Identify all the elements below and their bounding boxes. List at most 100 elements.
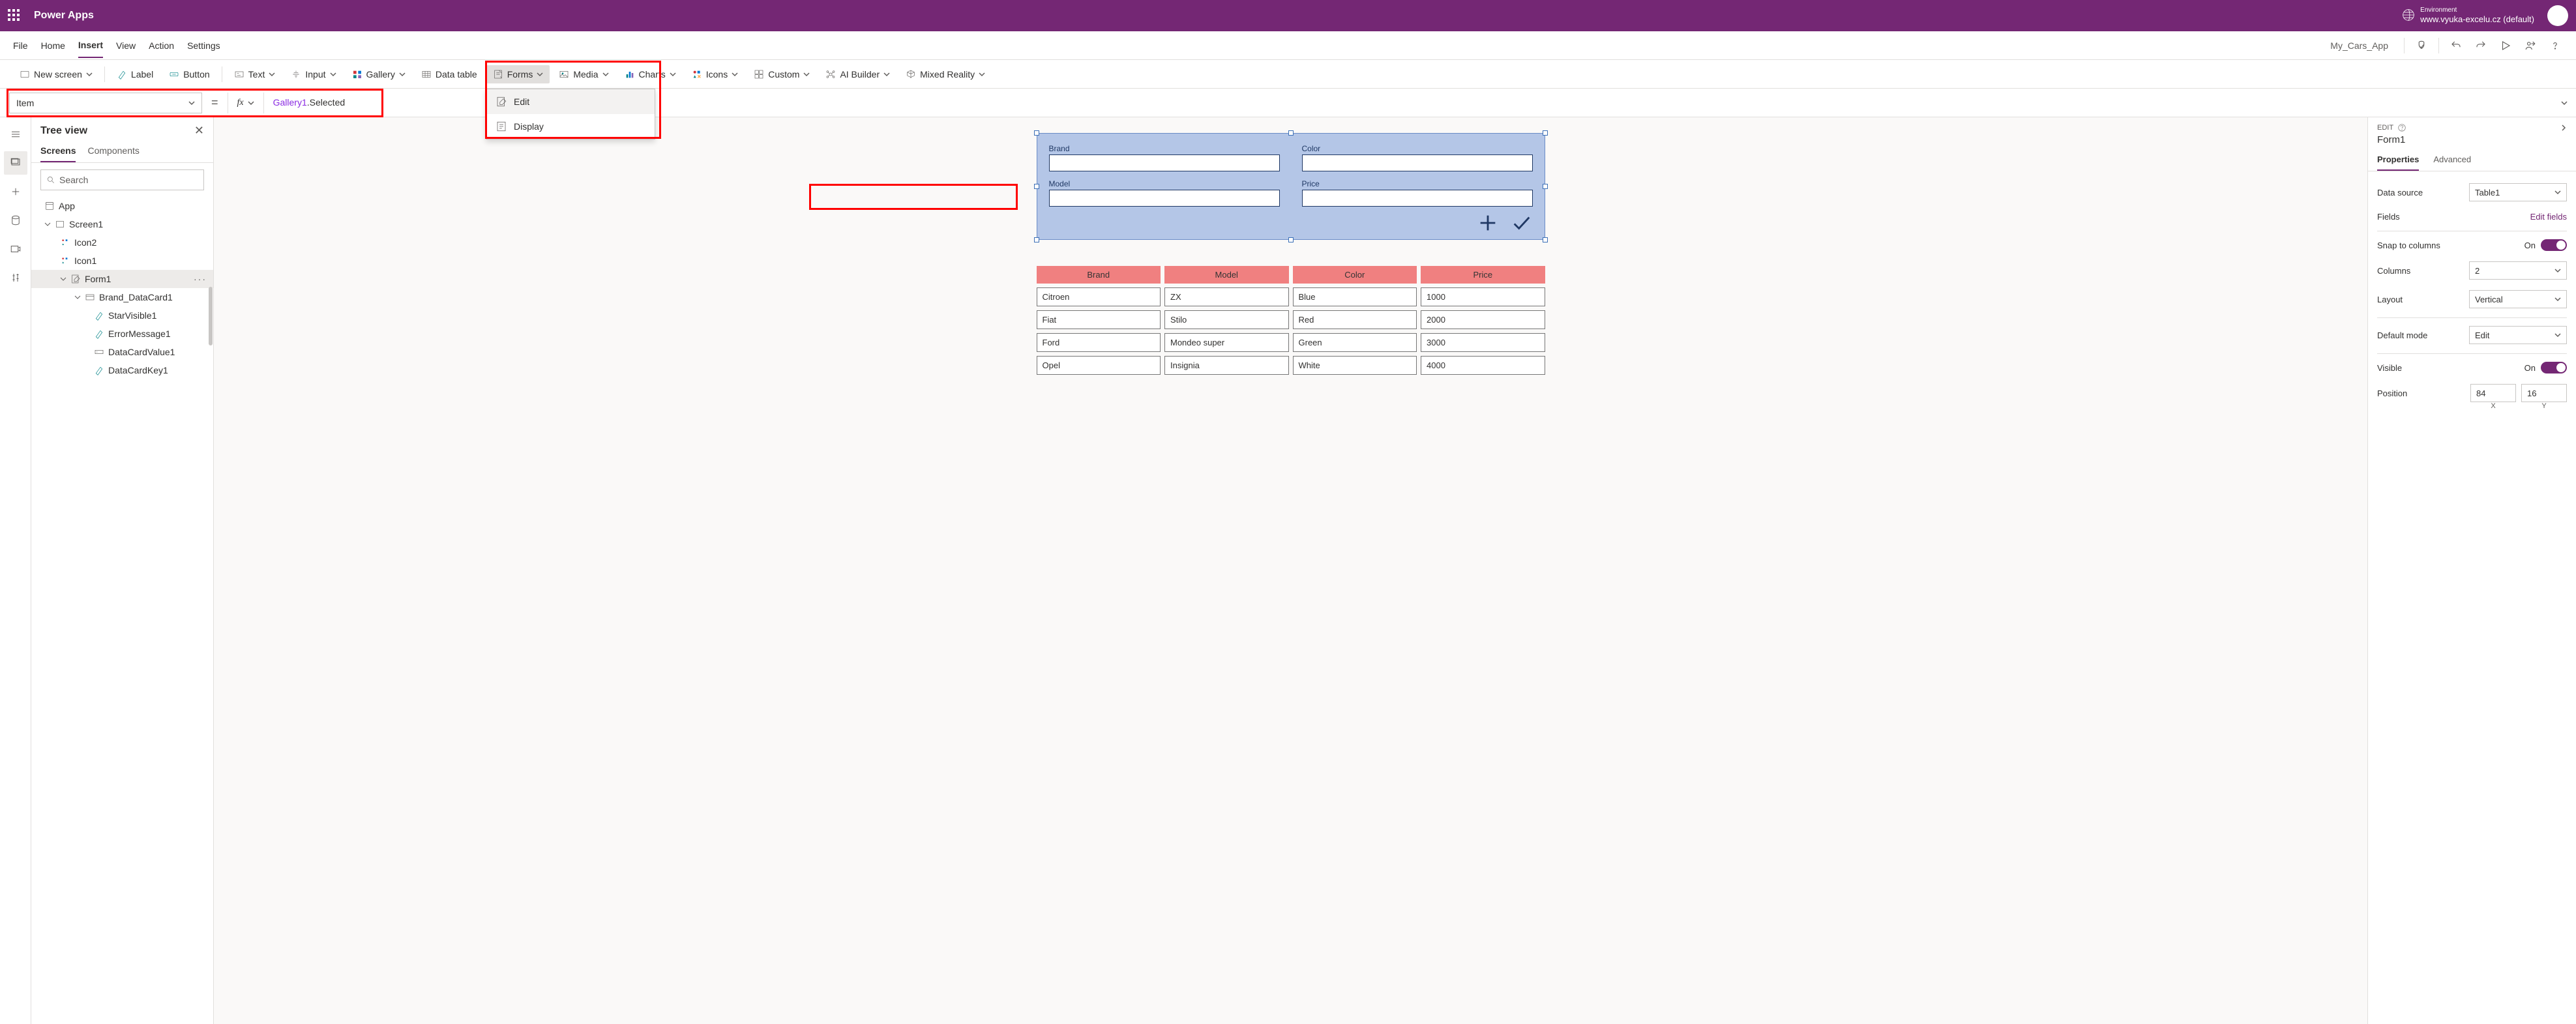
share-icon[interactable] (2523, 38, 2538, 53)
resize-handle[interactable] (1543, 184, 1548, 189)
table-cell[interactable]: ZX (1164, 287, 1289, 306)
position-y-input[interactable]: 16 (2521, 384, 2567, 402)
table-cell[interactable]: 1000 (1421, 287, 1545, 306)
data-source-select[interactable]: Table1 (2469, 183, 2567, 201)
tree-node-value[interactable]: DataCardValue1 (31, 343, 213, 361)
canvas-area[interactable]: Brand Color Model Price (214, 117, 2367, 1024)
color-input[interactable] (1302, 154, 1533, 171)
tree-node-error[interactable]: ErrorMessage1 (31, 325, 213, 343)
form-field-price[interactable]: Price (1302, 178, 1533, 207)
table-cell[interactable]: 4000 (1421, 356, 1545, 375)
resize-handle[interactable] (1034, 184, 1039, 189)
add-icon[interactable] (1477, 212, 1499, 234)
resize-handle[interactable] (1034, 130, 1039, 136)
snap-toggle[interactable] (2541, 239, 2567, 251)
icons-button[interactable]: Icons (685, 65, 745, 83)
tree-node-icon2[interactable]: Icon2 (31, 233, 213, 252)
table-cell[interactable]: Ford (1037, 333, 1161, 352)
environment-selector[interactable]: Environment www.vyuka-excelu.cz (default… (2402, 7, 2534, 25)
resize-handle[interactable] (1543, 130, 1548, 136)
forms-button[interactable]: Forms (486, 65, 550, 83)
rail-tree-view-icon[interactable] (4, 151, 27, 175)
menu-insert[interactable]: Insert (78, 33, 103, 58)
form-control[interactable]: Brand Color Model Price (1037, 133, 1545, 240)
props-tab-advanced[interactable]: Advanced (2433, 149, 2471, 171)
input-button[interactable]: Input (284, 65, 342, 83)
resize-handle[interactable] (1288, 130, 1294, 136)
info-icon[interactable] (2397, 123, 2406, 132)
menu-file[interactable]: File (13, 34, 28, 57)
table-cell[interactable]: Blue (1293, 287, 1417, 306)
play-icon[interactable] (2498, 38, 2513, 53)
columns-select[interactable]: 2 (2469, 261, 2567, 280)
tree-node-star[interactable]: StarVisible1 (31, 306, 213, 325)
price-input[interactable] (1302, 190, 1533, 207)
resize-handle[interactable] (1543, 237, 1548, 242)
menu-home[interactable]: Home (41, 34, 65, 57)
fx-button[interactable]: fx (228, 93, 264, 113)
label-button[interactable]: Label (110, 65, 160, 83)
scrollbar-thumb[interactable] (209, 287, 213, 345)
table-cell[interactable]: White (1293, 356, 1417, 375)
edit-fields-link[interactable]: Edit fields (2530, 212, 2567, 222)
props-tab-properties[interactable]: Properties (2377, 149, 2419, 171)
media-button[interactable]: Media (552, 65, 615, 83)
forms-edit-item[interactable]: Edit (486, 89, 655, 114)
layout-select[interactable]: Vertical (2469, 290, 2567, 308)
app-checker-icon[interactable] (2414, 38, 2429, 53)
tree-close-icon[interactable]: ✕ (194, 124, 204, 138)
rail-insert-icon[interactable] (4, 180, 27, 203)
data-gallery[interactable]: BrandModelColorPriceCitroenZXBlue1000Fia… (1037, 266, 1545, 375)
visible-toggle[interactable] (2541, 362, 2567, 373)
data-table-button[interactable]: Data table (415, 65, 484, 83)
button-button[interactable]: Button (162, 65, 216, 83)
table-cell[interactable]: Mondeo super (1164, 333, 1289, 352)
form-field-brand[interactable]: Brand (1049, 143, 1280, 171)
table-cell[interactable]: Citroen (1037, 287, 1161, 306)
mixed-reality-button[interactable]: Mixed Reality (899, 65, 992, 83)
forms-display-item[interactable]: Display (486, 114, 655, 139)
check-icon[interactable] (1511, 212, 1533, 234)
tree-node-key[interactable]: DataCardKey1 (31, 361, 213, 379)
property-selector[interactable]: Item (9, 93, 202, 113)
tree-node-app[interactable]: App (31, 197, 213, 215)
tree-tab-components[interactable]: Components (87, 140, 139, 162)
tree-node-brand-card[interactable]: Brand_DataCard1 (31, 288, 213, 306)
table-cell[interactable]: Stilo (1164, 310, 1289, 329)
table-cell[interactable]: 2000 (1421, 310, 1545, 329)
menu-action[interactable]: Action (149, 34, 174, 57)
redo-icon[interactable] (2473, 38, 2489, 53)
form-field-color[interactable]: Color (1302, 143, 1533, 171)
resize-handle[interactable] (1288, 237, 1294, 242)
tree-search-input[interactable]: Search (40, 169, 204, 190)
tree-tab-screens[interactable]: Screens (40, 140, 76, 162)
ai-builder-button[interactable]: AI Builder (819, 65, 896, 83)
user-avatar[interactable] (2547, 5, 2568, 26)
form-field-model[interactable]: Model (1049, 178, 1280, 207)
brand-input[interactable] (1049, 154, 1280, 171)
tree-node-form1[interactable]: Form1 ··· (31, 270, 213, 288)
table-cell[interactable]: 3000 (1421, 333, 1545, 352)
resize-handle[interactable] (1034, 237, 1039, 242)
table-cell[interactable]: Fiat (1037, 310, 1161, 329)
rail-tools-icon[interactable] (4, 266, 27, 289)
rail-hamburger-icon[interactable] (4, 123, 27, 146)
custom-button[interactable]: Custom (747, 65, 816, 83)
new-screen-button[interactable]: New screen (13, 65, 99, 83)
props-collapse-icon[interactable] (2560, 123, 2567, 133)
table-cell[interactable]: Red (1293, 310, 1417, 329)
more-icon[interactable]: ··· (194, 274, 207, 284)
model-input[interactable] (1049, 190, 1280, 207)
default-mode-select[interactable]: Edit (2469, 326, 2567, 344)
table-cell[interactable]: Opel (1037, 356, 1161, 375)
table-cell[interactable]: Insignia (1164, 356, 1289, 375)
rail-media-icon[interactable] (4, 237, 27, 261)
table-cell[interactable]: Green (1293, 333, 1417, 352)
menu-settings[interactable]: Settings (187, 34, 220, 57)
position-x-input[interactable]: 84 (2470, 384, 2516, 402)
formula-expand-button[interactable] (2553, 98, 2576, 108)
charts-button[interactable]: Charts (618, 65, 683, 83)
undo-icon[interactable] (2448, 38, 2464, 53)
gallery-button[interactable]: Gallery (346, 65, 412, 83)
app-name[interactable]: My_Cars_App (2330, 40, 2388, 51)
